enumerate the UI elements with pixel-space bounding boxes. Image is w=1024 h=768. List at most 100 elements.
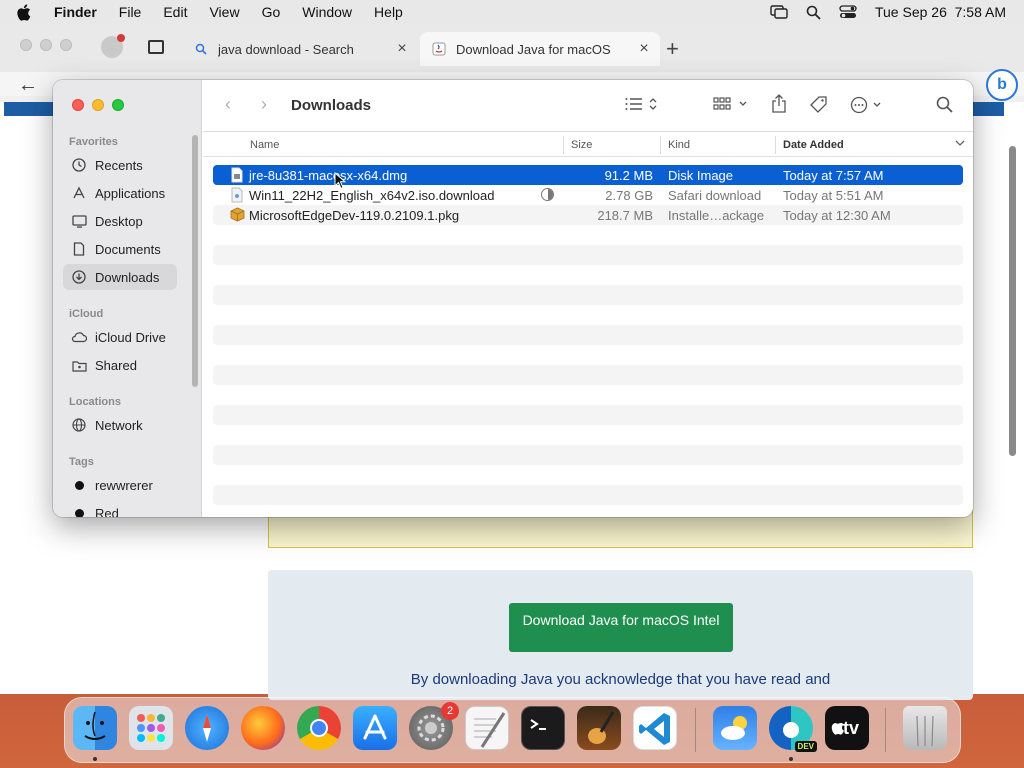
edge-dev-app-icon[interactable]: DEV [769, 706, 817, 752]
firefox-app-icon[interactable] [241, 706, 285, 750]
apple-tv-label: tv [843, 718, 860, 738]
close-tab-icon[interactable]: × [392, 40, 412, 58]
group-grid-icon[interactable] [713, 96, 749, 112]
forward-chevron-icon[interactable]: › [261, 94, 267, 115]
apple-tv-app-icon[interactable]: tv [825, 706, 869, 750]
menu-go[interactable]: Go [262, 4, 281, 20]
browser-zoom-button[interactable] [60, 39, 72, 51]
sort-chevron-icon[interactable] [955, 138, 965, 150]
tab-actions-icon[interactable] [148, 40, 164, 54]
bing-copilot-icon[interactable]: b [986, 69, 1018, 101]
terminal-app-icon[interactable] [521, 706, 565, 750]
list-view-icon[interactable] [625, 96, 659, 112]
close-tab-icon[interactable]: × [634, 40, 654, 58]
sidebar-item-applications[interactable]: Applications [63, 180, 177, 206]
tab-java-search[interactable]: java download - Search × [182, 32, 418, 66]
control-center-icon[interactable] [839, 5, 857, 19]
more-actions-icon[interactable] [850, 96, 886, 114]
apple-menu-icon[interactable] [17, 0, 37, 24]
sidebar-item-documents[interactable]: Documents [63, 236, 177, 262]
column-date-header[interactable]: Date Added [783, 139, 844, 151]
sidebar-item-label: iCloud Drive [95, 329, 166, 345]
tag-color-dot [71, 477, 87, 493]
tab-title: java download - Search [218, 41, 354, 57]
sidebar-scrollbar[interactable] [192, 135, 198, 387]
menu-file[interactable]: File [119, 4, 142, 20]
sidebar-item-icloud-drive[interactable]: iCloud Drive [63, 324, 177, 350]
java-icon [432, 42, 446, 56]
vscode-app-icon[interactable] [633, 706, 677, 750]
app-store-app-icon[interactable] [353, 706, 397, 750]
menu-view[interactable]: View [209, 4, 239, 20]
menu-clock[interactable]: Tue Sep 26 7:58 AM [875, 4, 1006, 20]
finder-main: ‹ › Downloads Name Size Kind Date Added … [203, 80, 973, 517]
trash-icon[interactable] [903, 706, 947, 750]
file-name: MicrosoftEdgeDev-119.0.2109.1.pkg [249, 208, 460, 223]
search-icon [194, 42, 208, 56]
new-tab-icon[interactable]: + [666, 36, 679, 62]
browser-close-button[interactable] [20, 39, 32, 51]
weather-app-icon[interactable] [713, 706, 757, 750]
launchpad-app-icon[interactable] [129, 706, 173, 750]
download-panel: Download Java for macOS Intel By downloa… [268, 570, 973, 700]
empty-row [213, 445, 963, 465]
sidebar-item-downloads[interactable]: Downloads [63, 264, 177, 290]
sidebar-item-shared[interactable]: Shared [63, 352, 177, 378]
download-notice-text: By downloading Java you acknowledge that… [410, 671, 831, 688]
browser-minimize-button[interactable] [40, 39, 52, 51]
sidebar-item-label: Applications [95, 185, 166, 201]
applications-icon [71, 185, 87, 201]
sidebar-item-network[interactable]: Network [63, 412, 177, 438]
tag-color-dot [71, 505, 87, 517]
dock-separator [885, 708, 886, 752]
sidebar-tag-rewwrerer[interactable]: rewwrerer [63, 472, 177, 498]
file-row[interactable]: Win11_22H2_English_x64v2.iso.download 2.… [213, 185, 963, 205]
textedit-app-icon[interactable] [465, 706, 509, 750]
window-title: Downloads [291, 97, 372, 114]
tag-icon[interactable] [809, 95, 829, 115]
sidebar-item-desktop[interactable]: Desktop [63, 208, 177, 234]
screen-mirroring-icon[interactable] [770, 5, 788, 19]
safari-app-icon[interactable] [185, 706, 229, 750]
menu-edit[interactable]: Edit [163, 4, 187, 20]
minimize-window-button[interactable] [92, 99, 104, 111]
profile-avatar[interactable] [101, 34, 125, 58]
menu-app-name[interactable]: Finder [54, 4, 97, 20]
page-scrollbar[interactable] [1009, 146, 1016, 456]
sidebar-tag-red[interactable]: Red [63, 500, 177, 517]
menu-bar: Finder File Edit View Go Window Help Tue… [0, 0, 1024, 24]
chrome-app-icon[interactable] [297, 706, 341, 750]
spotlight-search-icon[interactable] [806, 5, 821, 20]
back-chevron-icon[interactable]: ‹ [225, 94, 231, 115]
column-name-header[interactable]: Name [250, 139, 279, 151]
running-indicator [93, 757, 97, 761]
column-divider[interactable] [660, 136, 661, 154]
file-row[interactable]: jre-8u381-macosx-x64.dmg 91.2 MB Disk Im… [213, 165, 963, 185]
column-kind-header[interactable]: Kind [668, 139, 690, 151]
file-kind: Installe…ackage [668, 208, 765, 223]
menu-help[interactable]: Help [374, 4, 403, 20]
back-arrow-icon[interactable]: ← [18, 74, 38, 97]
column-size-header[interactable]: Size [571, 139, 592, 151]
sidebar-item-recents[interactable]: Recents [63, 152, 177, 178]
tab-download-java[interactable]: Download Java for macOS × [420, 32, 660, 66]
garageband-app-icon[interactable] [577, 706, 621, 750]
finder-window: Favorites Recents Applications Desktop D… [53, 80, 973, 517]
file-size: 2.78 GB [605, 188, 653, 203]
finder-app-icon[interactable] [73, 706, 117, 750]
sidebar-item-label: Network [95, 417, 143, 433]
zoom-window-button[interactable] [112, 99, 124, 111]
search-icon[interactable] [936, 96, 953, 113]
menu-window[interactable]: Window [302, 4, 352, 20]
empty-row [213, 365, 963, 385]
system-settings-app-icon[interactable]: 2 [409, 702, 459, 750]
dock: 2 DEV tv [64, 697, 961, 763]
column-divider[interactable] [563, 136, 564, 154]
column-headers: Name Size Kind Date Added [203, 133, 973, 157]
column-divider[interactable] [775, 136, 776, 154]
download-java-button[interactable]: Download Java for macOS Intel [509, 603, 733, 652]
file-row[interactable]: MicrosoftEdgeDev-119.0.2109.1.pkg 218.7 … [213, 205, 963, 225]
close-window-button[interactable] [72, 99, 84, 111]
empty-row [213, 245, 963, 265]
share-icon[interactable] [771, 94, 787, 114]
